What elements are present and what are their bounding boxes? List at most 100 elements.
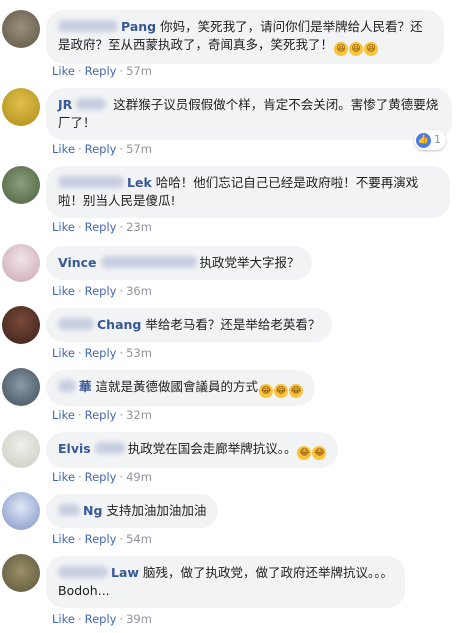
reply-link[interactable]: Reply <box>85 612 117 626</box>
separator: · <box>77 346 82 360</box>
reply-link[interactable]: Reply <box>85 470 117 484</box>
reaction-count[interactable]: 👍 1 <box>414 130 446 150</box>
comment-author[interactable]: 華 <box>79 379 92 394</box>
separator: · <box>77 612 82 626</box>
reply-link[interactable]: Reply <box>85 220 117 234</box>
comment-text: 举给老马看？还是举给老英看？ <box>145 317 321 332</box>
timestamp[interactable]: 53m <box>126 346 152 360</box>
separator: · <box>119 142 124 156</box>
comment-text: 执政党在国会走廊举牌抗议。。 <box>127 441 297 456</box>
comment-thread: Pang 你妈，笑死我了，请问你们是举牌给人民看？还是政府？至从西蒙执政了，奇闻真… <box>0 0 470 633</box>
blurred-author-name <box>58 504 80 516</box>
comment-text: 脑残，做了执政党，做了政府还举牌抗议。。。 <box>142 565 393 580</box>
blurred-author-name <box>58 318 94 330</box>
comment-author[interactable]: Chang <box>97 317 141 332</box>
comment-text: 这群猴子议员假假做个样，肯定不会关闭。害惨了黄德要烧厂了！ <box>58 97 439 130</box>
blurred-author-name <box>58 20 118 32</box>
like-link[interactable]: Like <box>52 346 75 360</box>
comment-bubble: Lek 哈哈！他们忘记自己已经是政府啦！不要再演戏啦！别当人民是傻瓜! <box>46 166 450 218</box>
tears-of-joy-emoji-icon: 😂 <box>259 384 274 398</box>
comment-author[interactable]: Law <box>111 565 139 580</box>
separator: · <box>77 220 82 234</box>
comment: Elvis 执政党在国会走廊举牌抗议。。 😂 😂 Like · Reply · 49m <box>0 426 470 486</box>
like-link[interactable]: Like <box>52 470 75 484</box>
separator: · <box>119 284 124 298</box>
timestamp[interactable]: 54m <box>126 532 152 546</box>
comment-actions: Like · Reply · 32m <box>52 408 152 422</box>
separator: · <box>77 408 82 422</box>
separator: · <box>77 64 82 78</box>
rofl-emoji-icon: 😆 <box>334 42 349 56</box>
blurred-author-name <box>94 442 125 454</box>
timestamp[interactable]: 39m <box>126 612 152 626</box>
comment-text: 执政党举大字报？ <box>199 255 300 270</box>
comment-bubble: Chang 举给老马看？还是举给老英看？ <box>46 308 333 342</box>
comment-text-line2: Bodoh... <box>58 583 110 598</box>
separator: · <box>119 532 124 546</box>
timestamp[interactable]: 36m <box>126 284 152 298</box>
like-link[interactable]: Like <box>52 532 75 546</box>
comment-bubble: Vince 执政党举大字报？ <box>46 246 312 280</box>
rofl-emoji-icon: 😆 <box>364 42 379 56</box>
reply-link[interactable]: Reply <box>85 408 117 422</box>
like-link[interactable]: Like <box>52 220 75 234</box>
avatar[interactable] <box>2 244 40 282</box>
comment-actions: Like · Reply · 57m <box>52 142 152 156</box>
comment-bubble: 華這就是黃德做國會議員的方式 😂 😂 😂 <box>46 370 316 406</box>
comment-actions: Like · Reply · 57m <box>52 64 152 78</box>
comment-author[interactable]: Lek <box>127 175 152 190</box>
timestamp[interactable]: 32m <box>126 408 152 422</box>
comment-actions: Like · Reply · 53m <box>52 346 152 360</box>
comment-bubble: Pang 你妈，笑死我了，请问你们是举牌给人民看？还是政府？至从西蒙执政了，奇闻真… <box>46 10 444 64</box>
avatar[interactable] <box>2 166 40 204</box>
comment-author[interactable]: Pang <box>121 19 156 34</box>
like-link[interactable]: Like <box>52 408 75 422</box>
timestamp[interactable]: 57m <box>126 64 152 78</box>
separator: · <box>119 612 124 626</box>
timestamp[interactable]: 57m <box>126 142 152 156</box>
comment-author[interactable]: Vince <box>58 255 97 270</box>
comment: Vince 执政党举大字报？ Like · Reply · 36m <box>0 240 470 300</box>
comment-author[interactable]: Ng <box>83 503 102 518</box>
separator: · <box>119 408 124 422</box>
reply-link[interactable]: Reply <box>85 532 117 546</box>
reply-link[interactable]: Reply <box>85 284 117 298</box>
separator: · <box>77 470 82 484</box>
reply-link[interactable]: Reply <box>85 142 117 156</box>
like-link[interactable]: Like <box>52 284 75 298</box>
avatar[interactable] <box>2 492 40 530</box>
comment: Lek 哈哈！他们忘记自己已经是政府啦！不要再演戏啦！别当人民是傻瓜! Like ·… <box>0 162 470 238</box>
comment: Law 脑残，做了执政党，做了政府还举牌抗议。。。 Bodoh... Like · R… <box>0 550 470 630</box>
comment-bubble: Ng 支持加油加油加油 <box>46 494 219 528</box>
like-link[interactable]: Like <box>52 64 75 78</box>
separator: · <box>119 470 124 484</box>
blurred-author-name <box>58 566 108 578</box>
rofl-emoji-icon: 😆 <box>349 42 364 56</box>
comment-author[interactable]: JR <box>58 97 72 112</box>
avatar[interactable] <box>2 430 40 468</box>
comment-author[interactable]: Elvis <box>58 441 91 456</box>
comment-actions: Like · Reply · 49m <box>52 470 152 484</box>
comment-actions: Like · Reply · 23m <box>52 220 152 234</box>
separator: · <box>119 346 124 360</box>
tears-of-joy-emoji-icon: 😂 <box>297 446 312 460</box>
avatar[interactable] <box>2 88 40 126</box>
avatar[interactable] <box>2 10 40 48</box>
tears-of-joy-emoji-icon: 😂 <box>312 446 327 460</box>
reply-link[interactable]: Reply <box>85 64 117 78</box>
avatar[interactable] <box>2 554 40 592</box>
reply-link[interactable]: Reply <box>85 346 117 360</box>
separator: · <box>77 142 82 156</box>
blurred-author-name <box>100 256 197 268</box>
timestamp[interactable]: 49m <box>126 470 152 484</box>
avatar[interactable] <box>2 306 40 344</box>
separator: · <box>119 64 124 78</box>
comment-text: 支持加油加油加油 <box>106 503 207 518</box>
thumbs-up-icon: 👍 <box>416 132 431 148</box>
like-link[interactable]: Like <box>52 612 75 626</box>
comment-text: 這就是黃德做國會議員的方式 <box>95 379 259 394</box>
avatar[interactable] <box>2 368 40 406</box>
timestamp[interactable]: 23m <box>126 220 152 234</box>
blurred-author-name <box>76 98 107 110</box>
like-link[interactable]: Like <box>52 142 75 156</box>
